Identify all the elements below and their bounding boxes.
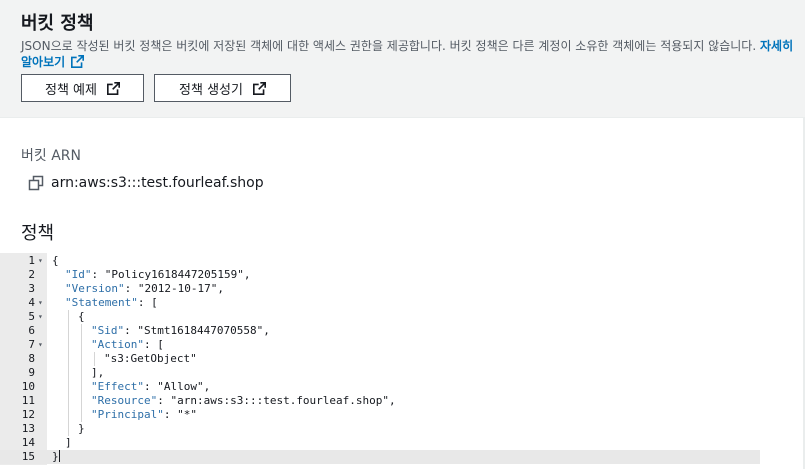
fold-arrow-icon[interactable]: ▾	[38, 296, 43, 310]
json-key: "Id"	[65, 268, 92, 281]
line-number: 12	[21, 408, 35, 421]
json-value: [	[151, 296, 158, 309]
json-key: "Statement"	[65, 296, 138, 309]
code-line: 8 "s3:GetObject"	[0, 352, 760, 366]
bucket-arn-value: arn:aws:s3:::test.fourleaf.shop	[51, 175, 264, 191]
indent-guide	[94, 352, 95, 366]
code-line: 12 "Principal": "*"	[0, 408, 760, 422]
json-value: "Policy1618447205159",	[104, 268, 251, 281]
external-link-icon	[106, 81, 120, 95]
code-line: 5 ▾ {	[0, 310, 760, 324]
line-number: 6	[28, 324, 35, 337]
code-text: "Statement": [	[65, 296, 158, 309]
page-title: 버킷 정책	[21, 13, 94, 34]
line-number: 9	[28, 366, 35, 379]
code-text: "Id": "Policy1618447205159",	[65, 268, 251, 281]
code-text: {	[52, 254, 59, 267]
json-key: "Resource"	[91, 394, 158, 407]
indent-guide	[68, 310, 69, 436]
line-number: 14	[21, 436, 35, 449]
code-line: 2 "Id": "Policy1618447205159",	[0, 268, 760, 282]
line-number: 7	[28, 338, 35, 351]
bucket-arn-row: arn:aws:s3:::test.fourleaf.shop	[28, 175, 264, 191]
code-text: ]	[65, 436, 72, 449]
description-text: JSON으로 작성된 버킷 정책은 버킷에 저장된 객체에 대한 액세스 권한을…	[21, 39, 757, 53]
policy-examples-label: 정책 예제	[45, 82, 97, 98]
code-text: ],	[91, 366, 105, 379]
line-number: 15	[21, 450, 35, 463]
code-text: "s3:GetObject"	[104, 352, 197, 365]
policy-description: JSON으로 작성된 버킷 정책은 버킷에 저장된 객체에 대한 액세스 권한을…	[21, 38, 801, 70]
text-cursor	[58, 450, 60, 462]
indent-guide	[81, 324, 82, 422]
json-value: "arn:aws:s3:::test.fourleaf.shop",	[170, 394, 396, 407]
code-text: "Action": [	[91, 338, 164, 351]
code-text: "Resource": "arn:aws:s3:::test.fourleaf.…	[91, 394, 396, 407]
code-text: "Effect": "Allow",	[91, 380, 211, 393]
json-value: [	[157, 338, 164, 351]
external-link-icon	[252, 81, 266, 95]
json-key: "Version"	[65, 282, 125, 295]
code-line: 15}	[0, 450, 760, 464]
code-line: 6 "Sid": "Stmt1618447070558",	[0, 324, 760, 338]
json-key: "Principal"	[91, 408, 164, 421]
policy-header: 버킷 정책 JSON으로 작성된 버킷 정책은 버킷에 저장된 객체에 대한 액…	[0, 0, 805, 118]
code-text: }	[52, 450, 60, 463]
line-number: 1	[28, 254, 35, 267]
fold-arrow-icon[interactable]: ▾	[38, 338, 43, 352]
json-value: "Allow",	[157, 380, 211, 393]
code-line: 4 ▾ "Statement": [	[0, 296, 760, 310]
code-text: "Principal": "*"	[91, 408, 197, 421]
code-line: 13}	[0, 422, 760, 436]
code-text: }	[78, 422, 85, 435]
code-text: "Sid": "Stmt1618447070558",	[91, 324, 270, 337]
line-number: 3	[28, 282, 35, 295]
policy-examples-button[interactable]: 정책 예제	[21, 74, 144, 102]
code-line: 9],	[0, 366, 760, 380]
line-number: 4	[28, 296, 35, 309]
json-key: "Effect"	[91, 380, 144, 393]
json-key: "Action"	[91, 338, 144, 351]
json-value: "*"	[177, 408, 197, 421]
external-link-icon	[71, 55, 85, 68]
code-line: 1 ▾ {	[0, 254, 760, 268]
bucket-arn-label: 버킷 ARN	[21, 148, 81, 164]
line-number: 11	[21, 394, 35, 407]
code-text: "Version": "2012-10-17",	[65, 282, 224, 295]
code-line: 10 "Effect": "Allow",	[0, 380, 760, 394]
policy-generator-label: 정책 생성기	[179, 82, 243, 98]
line-number: 13	[21, 422, 35, 435]
line-number: 10	[21, 380, 35, 393]
line-number: 8	[28, 352, 35, 365]
code-line: 11 "Resource": "arn:aws:s3:::test.fourlea…	[0, 394, 760, 408]
line-number: 5	[28, 310, 35, 323]
code-line: 14]	[0, 436, 760, 450]
code-line: 7 ▾ "Action": [	[0, 338, 760, 352]
line-number: 2	[28, 268, 35, 281]
policy-label: 정책	[21, 223, 55, 244]
code-text: {	[78, 310, 85, 323]
json-value: "Stmt1618447070558",	[137, 324, 270, 337]
fold-arrow-icon[interactable]: ▾	[38, 310, 43, 324]
code-line: 3 "Version": "2012-10-17",	[0, 282, 760, 296]
fold-arrow-icon[interactable]: ▾	[38, 254, 43, 268]
policy-editor[interactable]: 1 ▾{2 "Id": "Policy1618447205159", 3 "Versio…	[0, 253, 760, 465]
json-key: "Sid"	[91, 324, 125, 337]
copy-icon[interactable]	[28, 175, 44, 191]
policy-generator-button[interactable]: 정책 생성기	[154, 74, 291, 102]
json-value: "2012-10-17",	[137, 282, 224, 295]
